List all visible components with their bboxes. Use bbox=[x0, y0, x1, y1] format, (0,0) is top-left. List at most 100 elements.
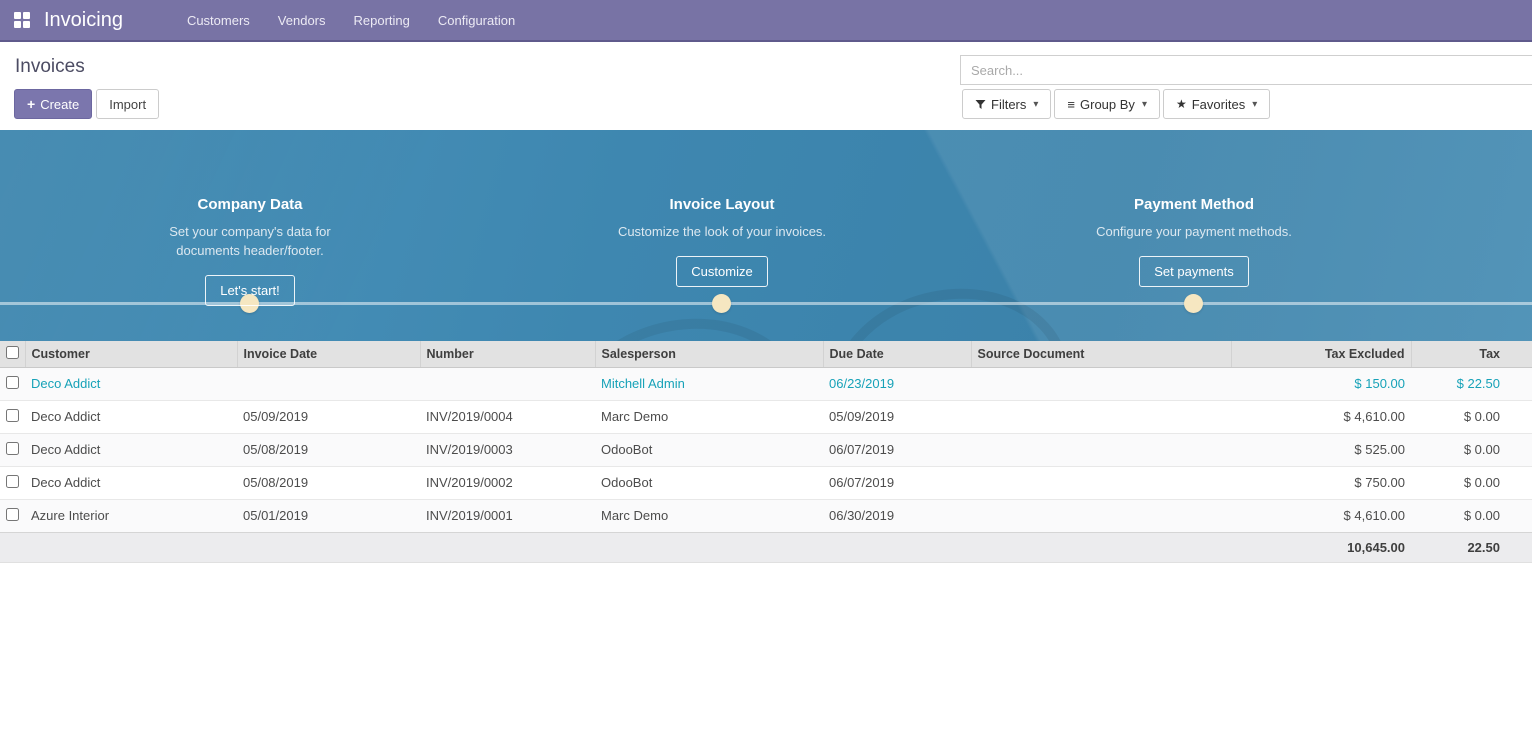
invoice-row[interactable]: Deco Addict 05/08/2019 INV/2019/0002 Odo… bbox=[0, 466, 1532, 499]
cell-source-document bbox=[971, 433, 1231, 466]
group-by-button-label: Group By bbox=[1080, 97, 1135, 112]
cell-salesperson: OdooBot bbox=[595, 466, 823, 499]
filters-button-label: Filters bbox=[991, 97, 1026, 112]
step-description: Customize the look of your invoices. bbox=[615, 223, 830, 242]
cell-due-date: 06/07/2019 bbox=[823, 433, 971, 466]
navbar-menu: Customers Vendors Reporting Configuratio… bbox=[187, 13, 515, 28]
column-header-salesperson[interactable]: Salesperson bbox=[595, 341, 823, 367]
import-button[interactable]: Import bbox=[96, 89, 159, 119]
cell-number: INV/2019/0003 bbox=[420, 433, 595, 466]
cell-customer: Deco Addict bbox=[25, 466, 237, 499]
import-button-label: Import bbox=[109, 97, 146, 112]
plus-icon: + bbox=[27, 97, 35, 111]
step-description: Set your company's data for documents he… bbox=[143, 223, 358, 261]
menu-configuration[interactable]: Configuration bbox=[438, 13, 515, 28]
cell-salesperson: Marc Demo bbox=[595, 400, 823, 433]
chevron-down-icon: ▾ bbox=[1142, 99, 1147, 110]
cell-tax-excluded: $ 750.00 bbox=[1231, 466, 1411, 499]
cell-source-document bbox=[971, 499, 1231, 532]
cell-due-date: 05/09/2019 bbox=[823, 400, 971, 433]
step-dot-invoice-layout bbox=[712, 294, 731, 313]
group-by-button[interactable]: ≡ Group By ▾ bbox=[1054, 89, 1160, 119]
select-all-checkbox[interactable] bbox=[6, 346, 19, 359]
row-checkbox[interactable] bbox=[6, 409, 19, 422]
cell-invoice-date: 05/09/2019 bbox=[237, 400, 420, 433]
cell-tax-excluded: $ 4,610.00 bbox=[1231, 400, 1411, 433]
app-name[interactable]: Invoicing bbox=[44, 9, 123, 32]
invoice-row[interactable]: Deco Addict 05/08/2019 INV/2019/0003 Odo… bbox=[0, 433, 1532, 466]
column-header-tax[interactable]: Tax bbox=[1411, 341, 1532, 367]
cell-salesperson: OdooBot bbox=[595, 433, 823, 466]
cell-salesperson: Mitchell Admin bbox=[595, 367, 823, 400]
cell-invoice-date: 05/08/2019 bbox=[237, 466, 420, 499]
row-checkbox[interactable] bbox=[6, 376, 19, 389]
step-title: Company Data bbox=[90, 196, 410, 213]
column-header-number[interactable]: Number bbox=[420, 341, 595, 367]
invoice-list-table: Customer Invoice Date Number Salesperson… bbox=[0, 341, 1532, 563]
lets-start-button[interactable]: Let's start! bbox=[205, 275, 295, 306]
cell-source-document bbox=[971, 367, 1231, 400]
menu-reporting[interactable]: Reporting bbox=[354, 13, 410, 28]
cell-tax-excluded: $ 525.00 bbox=[1231, 433, 1411, 466]
cell-tax-excluded: $ 150.00 bbox=[1231, 367, 1411, 400]
row-checkbox[interactable] bbox=[6, 442, 19, 455]
control-panel: Invoices + Create Import Filters ▾ ≡ Gro… bbox=[0, 42, 1532, 130]
customize-button[interactable]: Customize bbox=[676, 256, 767, 287]
chevron-down-icon: ▾ bbox=[1252, 99, 1257, 110]
cell-invoice-date: 05/08/2019 bbox=[237, 433, 420, 466]
step-title: Invoice Layout bbox=[562, 196, 882, 213]
favorites-button[interactable]: ★ Favorites ▾ bbox=[1163, 89, 1270, 119]
step-title: Payment Method bbox=[1034, 196, 1354, 213]
invoice-row[interactable]: Deco Addict 05/09/2019 INV/2019/0004 Mar… bbox=[0, 400, 1532, 433]
cell-due-date: 06/30/2019 bbox=[823, 499, 971, 532]
column-header-invoice-date[interactable]: Invoice Date bbox=[237, 341, 420, 367]
column-header-tax-excluded[interactable]: Tax Excluded bbox=[1231, 341, 1411, 367]
total-tax-excluded: 10,645.00 bbox=[1231, 532, 1411, 562]
cell-number bbox=[420, 367, 595, 400]
search-input[interactable] bbox=[960, 55, 1532, 85]
onboarding-banner: Company Data Set your company's data for… bbox=[0, 130, 1532, 341]
favorites-button-label: Favorites bbox=[1192, 97, 1245, 112]
cell-number: INV/2019/0002 bbox=[420, 466, 595, 499]
create-button[interactable]: + Create bbox=[14, 89, 92, 119]
apps-grid-icon[interactable] bbox=[14, 12, 30, 28]
cell-salesperson: Marc Demo bbox=[595, 499, 823, 532]
cell-tax: $ 22.50 bbox=[1411, 367, 1532, 400]
cell-tax: $ 0.00 bbox=[1411, 400, 1532, 433]
column-header-source-document[interactable]: Source Document bbox=[971, 341, 1231, 367]
group-by-lines-icon: ≡ bbox=[1067, 98, 1075, 111]
list-header-row: Customer Invoice Date Number Salesperson… bbox=[0, 341, 1532, 367]
filters-button[interactable]: Filters ▾ bbox=[962, 89, 1051, 119]
column-header-due-date[interactable]: Due Date bbox=[823, 341, 971, 367]
chevron-down-icon: ▾ bbox=[1033, 99, 1038, 110]
page-title: Invoices bbox=[15, 56, 85, 78]
menu-vendors[interactable]: Vendors bbox=[278, 13, 326, 28]
cell-due-date: 06/07/2019 bbox=[823, 466, 971, 499]
invoice-row[interactable]: Azure Interior 05/01/2019 INV/2019/0001 … bbox=[0, 499, 1532, 532]
invoice-row[interactable]: Deco Addict Mitchell Admin 06/23/2019 $ … bbox=[0, 367, 1532, 400]
cell-tax: $ 0.00 bbox=[1411, 433, 1532, 466]
onboarding-step-company-data: Company Data Set your company's data for… bbox=[90, 196, 410, 306]
menu-customers[interactable]: Customers bbox=[187, 13, 250, 28]
cell-number: INV/2019/0004 bbox=[420, 400, 595, 433]
set-payments-button[interactable]: Set payments bbox=[1139, 256, 1249, 287]
cell-invoice-date bbox=[237, 367, 420, 400]
create-button-label: Create bbox=[40, 97, 79, 112]
cell-due-date: 06/23/2019 bbox=[823, 367, 971, 400]
cell-tax: $ 0.00 bbox=[1411, 499, 1532, 532]
row-checkbox[interactable] bbox=[6, 508, 19, 521]
top-navbar: Invoicing Customers Vendors Reporting Co… bbox=[0, 0, 1532, 42]
cell-source-document bbox=[971, 466, 1231, 499]
cell-customer: Azure Interior bbox=[25, 499, 237, 532]
cell-customer: Deco Addict bbox=[25, 433, 237, 466]
cell-tax: $ 0.00 bbox=[1411, 466, 1532, 499]
onboarding-step-payment-method: Payment Method Configure your payment me… bbox=[1034, 196, 1354, 287]
row-checkbox[interactable] bbox=[6, 475, 19, 488]
cell-tax-excluded: $ 4,610.00 bbox=[1231, 499, 1411, 532]
filter-funnel-icon bbox=[975, 99, 986, 110]
star-icon: ★ bbox=[1176, 98, 1187, 110]
cell-customer: Deco Addict bbox=[25, 400, 237, 433]
column-header-customer[interactable]: Customer bbox=[25, 341, 237, 367]
step-description: Configure your payment methods. bbox=[1087, 223, 1302, 242]
cell-number: INV/2019/0001 bbox=[420, 499, 595, 532]
